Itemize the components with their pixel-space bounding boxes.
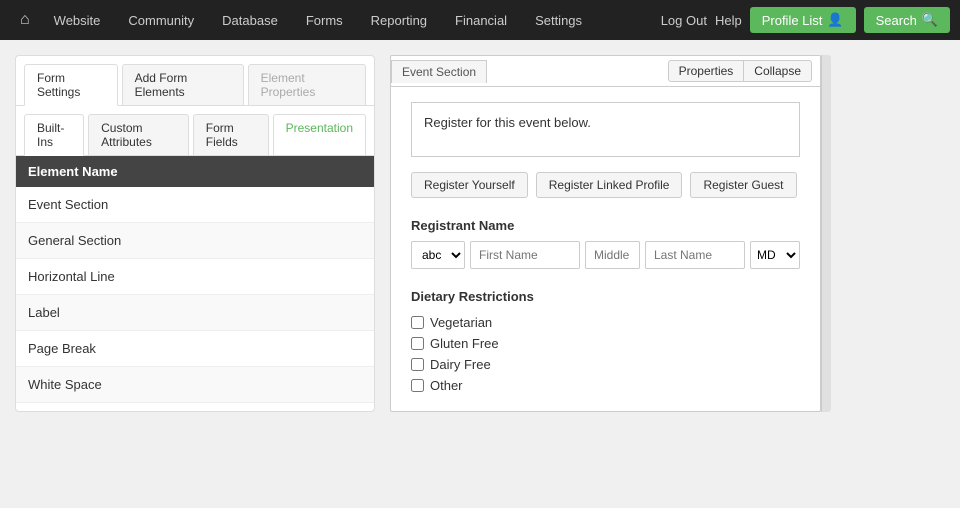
element-list-header: Element Name (16, 156, 374, 187)
gluten-free-label: Gluten Free (430, 336, 499, 351)
list-item-event-section[interactable]: Event Section (16, 187, 374, 223)
list-item-page-break[interactable]: Page Break (16, 331, 374, 367)
search-label: Search (876, 13, 917, 28)
last-name-input[interactable] (645, 241, 745, 269)
nav-settings[interactable]: Settings (521, 0, 596, 40)
logout-link[interactable]: Log Out (661, 13, 707, 28)
dietary-section: Dietary Restrictions Vegetarian Gluten F… (411, 289, 800, 396)
nav-community[interactable]: Community (114, 0, 208, 40)
nav-reporting[interactable]: Reporting (357, 0, 441, 40)
gluten-free-checkbox[interactable] (411, 337, 424, 350)
main-content: Form Settings Add Form Elements Element … (0, 40, 960, 427)
form-body: Register for this event below. Register … (391, 87, 820, 411)
profile-list-label: Profile List (762, 13, 823, 28)
dietary-gluten-free-row: Gluten Free (411, 333, 800, 354)
form-preview: Event Section Properties Collapse Regist… (390, 55, 821, 412)
section-buttons: Properties Collapse (660, 56, 820, 86)
list-item-general-section[interactable]: General Section (16, 223, 374, 259)
subtab-builtins[interactable]: Built-Ins (24, 114, 84, 156)
register-yourself-button[interactable]: Register Yourself (411, 172, 528, 198)
name-row: abc MD (411, 241, 800, 269)
dairy-free-checkbox[interactable] (411, 358, 424, 371)
list-item-horizontal-line[interactable]: Horizontal Line (16, 259, 374, 295)
sub-tab-bar: Built-Ins Custom Attributes Form Fields … (16, 106, 374, 156)
left-panel: Form Settings Add Form Elements Element … (15, 55, 375, 412)
search-button[interactable]: Search 🔍 (864, 7, 950, 33)
dietary-other-row: Other (411, 375, 800, 396)
registrant-name-label: Registrant Name (411, 218, 800, 233)
nav-website[interactable]: Website (40, 0, 115, 40)
home-icon[interactable]: ⌂ (10, 11, 40, 29)
top-nav: ⌂ Website Community Database Forms Repor… (0, 0, 960, 40)
right-panel-wrapper: Event Section Properties Collapse Regist… (390, 55, 831, 412)
other-label: Other (430, 378, 463, 393)
tab-bar: Form Settings Add Form Elements Element … (16, 56, 374, 106)
help-link[interactable]: Help (715, 13, 742, 28)
event-text-box: Register for this event below. (411, 102, 800, 157)
first-name-input[interactable] (470, 241, 580, 269)
dietary-label: Dietary Restrictions (411, 289, 800, 304)
section-header: Event Section Properties Collapse (391, 56, 820, 87)
register-linked-profile-button[interactable]: Register Linked Profile (536, 172, 683, 198)
dietary-vegetarian-row: Vegetarian (411, 312, 800, 333)
scrollbar-track[interactable] (821, 55, 831, 412)
dairy-free-label: Dairy Free (430, 357, 491, 372)
subtab-custom-attributes[interactable]: Custom Attributes (88, 114, 189, 155)
profile-list-button[interactable]: Profile List 👤 (750, 7, 856, 33)
nav-financial[interactable]: Financial (441, 0, 521, 40)
list-item-label[interactable]: Label (16, 295, 374, 331)
vegetarian-label: Vegetarian (430, 315, 492, 330)
subtab-presentation[interactable]: Presentation (273, 114, 366, 155)
nav-right: Log Out Help Profile List 👤 Search 🔍 (661, 7, 950, 33)
tab-add-form-elements[interactable]: Add Form Elements (122, 64, 244, 105)
middle-name-input[interactable] (585, 241, 640, 269)
nav-forms[interactable]: Forms (292, 0, 357, 40)
element-list: Element Name Event Section General Secti… (16, 156, 374, 403)
register-guest-button[interactable]: Register Guest (690, 172, 796, 198)
tab-element-properties: Element Properties (248, 64, 366, 105)
dietary-dairy-free-row: Dairy Free (411, 354, 800, 375)
tab-form-settings[interactable]: Form Settings (24, 64, 118, 106)
subtab-form-fields[interactable]: Form Fields (193, 114, 269, 155)
list-item-white-space[interactable]: White Space (16, 367, 374, 403)
collapse-button[interactable]: Collapse (744, 60, 812, 82)
register-buttons: Register Yourself Register Linked Profil… (411, 172, 800, 198)
vegetarian-checkbox[interactable] (411, 316, 424, 329)
properties-button[interactable]: Properties (668, 60, 745, 82)
nav-left: ⌂ Website Community Database Forms Repor… (10, 0, 661, 40)
section-title-label: Event Section (391, 60, 487, 83)
search-icon: 🔍 (922, 12, 938, 28)
profile-list-icon: 👤 (827, 12, 843, 28)
other-checkbox[interactable] (411, 379, 424, 392)
nav-database[interactable]: Database (208, 0, 292, 40)
prefix-select[interactable]: abc (411, 241, 465, 269)
suffix-select[interactable]: MD (750, 241, 800, 269)
